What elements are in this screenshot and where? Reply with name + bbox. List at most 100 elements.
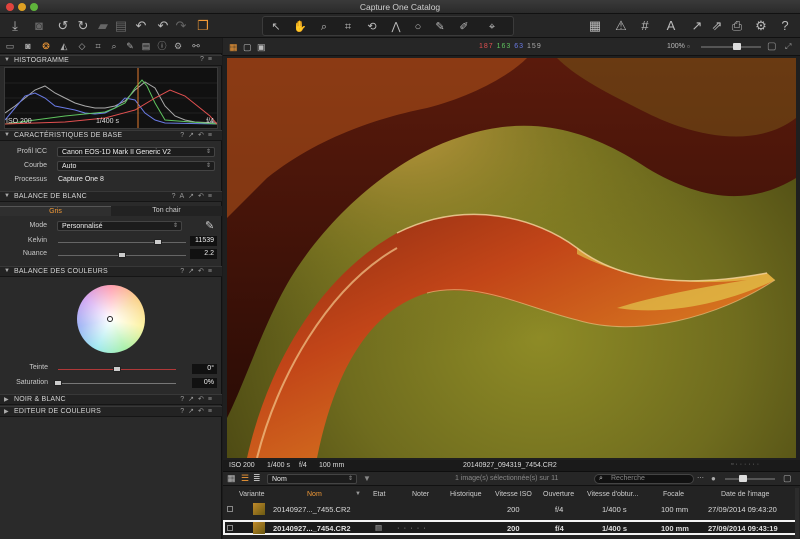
undo-icon[interactable]: ↶ xyxy=(154,17,172,35)
col-state[interactable]: Etat xyxy=(373,491,385,498)
col-iso[interactable]: Vitesse ISO xyxy=(495,491,532,498)
process-icon[interactable]: ⇗ xyxy=(708,17,726,35)
row-checkbox[interactable] xyxy=(227,525,233,531)
col-focal[interactable]: Focale xyxy=(663,491,684,498)
updown-icon: ⇕ xyxy=(347,476,353,482)
col-rating[interactable]: Noter xyxy=(412,491,429,498)
curve-select[interactable]: Auto ⇕ xyxy=(57,161,215,171)
zoom-slider-handle[interactable] xyxy=(733,43,741,50)
batch-tab-icon[interactable]: ⚯ xyxy=(190,40,202,52)
crop-tool-icon[interactable]: ⌗ xyxy=(339,18,357,36)
export-icon[interactable]: ↗ xyxy=(688,17,706,35)
trash-icon[interactable]: ▤ xyxy=(112,17,130,35)
col-name[interactable]: Nom xyxy=(307,491,322,498)
thumb-size-slider[interactable]: ▫ · · · · · · xyxy=(731,461,759,468)
col-date[interactable]: Date de l'image xyxy=(721,491,769,498)
metadata-tab-icon[interactable]: ⓘ xyxy=(156,40,168,52)
picker-tool-icon[interactable]: ⌖ xyxy=(483,18,501,36)
adjustments-tab-icon[interactable]: ▤ xyxy=(140,40,152,52)
user-icon[interactable]: ● xyxy=(711,474,716,483)
col-aperture[interactable]: Ouverture xyxy=(543,491,574,498)
list-scrollbar[interactable] xyxy=(795,488,799,538)
grid-view-icon[interactable]: ▦ xyxy=(227,473,236,484)
search-input[interactable]: ⌕ Recherche xyxy=(594,474,694,484)
color-balance-handle[interactable] xyxy=(107,316,113,322)
basic-characteristics-header[interactable]: ▼ CARACTÉRISTIQUES DE BASE ?↗↶≡ xyxy=(0,130,222,141)
section-actions[interactable]: ?↗↶≡ xyxy=(180,267,216,275)
single-view-icon[interactable]: ▢ xyxy=(243,42,252,53)
view-grid-icon[interactable]: ▦ xyxy=(586,17,604,35)
thumb-large-icon[interactable]: ▢ xyxy=(783,473,792,484)
search-icon: ⌕ xyxy=(599,475,603,482)
col-variant[interactable]: Variante xyxy=(239,491,265,498)
rotate-right-icon[interactable]: ↻ xyxy=(74,17,92,35)
help-icon[interactable]: ? xyxy=(776,17,794,35)
table-row-selected[interactable]: 20140927..._7454.CR2 ▤ · · · · · 200 f/4… xyxy=(223,520,797,535)
tint-slider-handle[interactable] xyxy=(118,252,126,258)
move-to-icon[interactable]: ▰ xyxy=(94,17,112,35)
tint-value[interactable]: 2.2 xyxy=(190,249,217,259)
reset-icon[interactable]: ↶ xyxy=(132,17,150,35)
grid-overlay-icon[interactable]: # xyxy=(636,17,654,35)
row-checkbox[interactable] xyxy=(227,506,233,512)
section-actions[interactable]: ?≡ xyxy=(200,56,216,63)
spot-tool-icon[interactable]: ○ xyxy=(409,18,427,36)
output-tab-icon[interactable]: ⚙ xyxy=(172,40,184,52)
copy-apply-icon[interactable]: ❐ xyxy=(194,17,212,35)
table-row[interactable]: 20140927..._7455.CR2 200 f/4 1/400 s 100… xyxy=(223,502,797,517)
rotate-left-icon[interactable]: ↺ xyxy=(54,17,72,35)
keystone-tool-icon[interactable]: ⋀ xyxy=(387,18,405,36)
local-adj-tab-icon[interactable]: ✎ xyxy=(124,40,136,52)
search-options-icon[interactable]: ⋯ xyxy=(697,474,704,482)
tab-skin-tone[interactable]: Ton chair xyxy=(111,206,222,216)
loupe-tool-icon[interactable]: ⌕ xyxy=(315,18,333,36)
camera-icon[interactable]: ◙ xyxy=(30,17,48,35)
color-balance-header[interactable]: ▼ BALANCE DES COULEURS ?↗↶≡ xyxy=(0,266,222,277)
print-icon[interactable]: ⎙ xyxy=(728,17,746,35)
zoom-in-icon[interactable]: ▢ xyxy=(767,41,776,52)
kelvin-slider-handle[interactable] xyxy=(153,239,162,245)
capture-tab-icon[interactable]: ◙ xyxy=(22,40,34,52)
sort-select[interactable]: Nom ⇕ xyxy=(267,474,357,484)
redo-icon[interactable]: ↷ xyxy=(172,17,190,35)
lens-tab-icon[interactable]: ◇ xyxy=(76,40,88,52)
color-tab-icon[interactable]: ❂ xyxy=(40,40,52,52)
rotate-tool-icon[interactable]: ⟲ xyxy=(363,18,381,36)
section-actions[interactable]: ?A↗↶≡ xyxy=(172,192,216,200)
crop-tab-icon[interactable]: ⌗ xyxy=(92,40,104,52)
tab-gray[interactable]: Gris xyxy=(0,206,111,216)
multi-view-icon[interactable]: ▦ xyxy=(229,42,238,53)
brush-tool-icon[interactable]: ✎ xyxy=(431,18,449,36)
gear-icon[interactable]: ⚙ xyxy=(752,17,770,35)
wb-mode-select[interactable]: Personnalisé ⇕ xyxy=(57,221,182,231)
zoom-out-icon[interactable]: ▫ xyxy=(687,42,690,51)
col-history[interactable]: Historique xyxy=(450,491,482,498)
filter-icon[interactable]: ▼ xyxy=(363,474,371,483)
exposure-tab-icon[interactable]: ◭ xyxy=(58,40,70,52)
col-shutter[interactable]: Vitesse d'obtur... xyxy=(587,491,638,498)
eyedropper-icon[interactable]: ✎ xyxy=(205,219,214,232)
thumb-zoom-handle[interactable] xyxy=(739,475,747,482)
row-rating[interactable]: · · · · · xyxy=(397,523,427,532)
pan-tool-icon[interactable]: ✋ xyxy=(291,18,309,36)
kelvin-value[interactable]: 11539 xyxy=(190,236,217,246)
library-tab-icon[interactable]: ▭ xyxy=(4,40,16,52)
pointer-tool-icon[interactable]: ↖ xyxy=(267,18,285,36)
details-tab-icon[interactable]: ⌕ xyxy=(108,40,120,52)
import-icon[interactable]: ⤓ xyxy=(6,17,24,35)
text-overlay-icon[interactable]: A xyxy=(662,17,680,35)
main-photo[interactable] xyxy=(227,58,796,458)
compare-view-icon[interactable]: ▣ xyxy=(257,42,266,53)
icc-profile-select[interactable]: Canon EOS-1D Mark II Generic V2 ⇕ xyxy=(57,147,215,157)
kelvin-slider-track[interactable] xyxy=(58,242,186,243)
thumb-zoom-slider[interactable] xyxy=(725,478,775,480)
eraser-tool-icon[interactable]: ✐ xyxy=(455,18,473,36)
white-balance-header[interactable]: ▼ BALANCE DE BLANC ?A↗↶≡ xyxy=(0,191,222,202)
fit-icon[interactable]: ⤢ xyxy=(785,42,791,52)
section-actions[interactable]: ?↗↶≡ xyxy=(180,131,216,139)
zoom-slider[interactable] xyxy=(701,46,761,48)
list-view-icon[interactable]: ☰ xyxy=(241,473,249,484)
histogram-header[interactable]: ▼ HISTOGRAMME ?≡ xyxy=(0,55,222,66)
filmstrip-view-icon[interactable]: ≣ xyxy=(253,473,261,484)
warning-icon[interactable]: ⚠ xyxy=(612,17,630,35)
